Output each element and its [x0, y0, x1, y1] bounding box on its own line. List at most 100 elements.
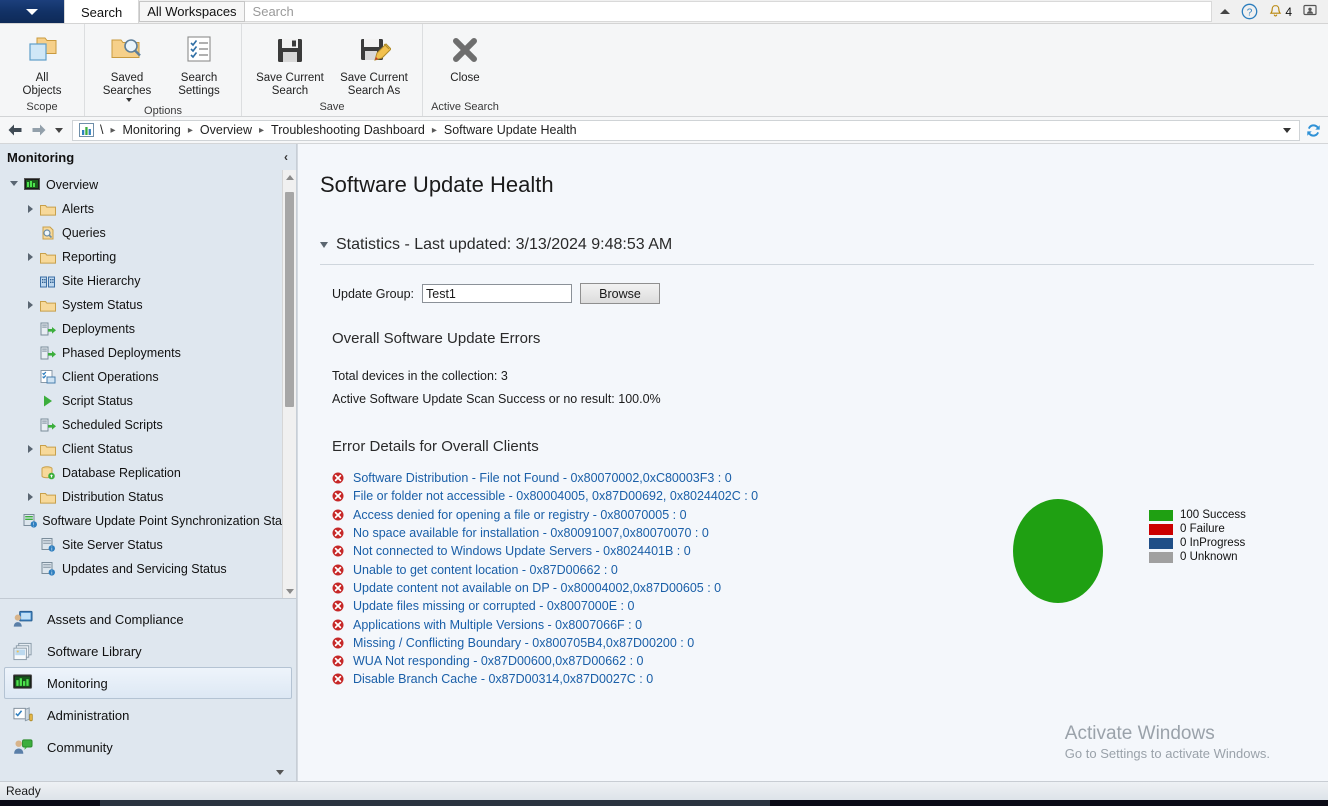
- legend-swatch-unknown: [1149, 552, 1173, 563]
- breadcrumb-dropdown-button[interactable]: [1279, 128, 1295, 133]
- sidebar-item-scheduled-scripts[interactable]: Scheduled Scripts: [0, 413, 282, 437]
- expander-icon[interactable]: [22, 445, 38, 453]
- error-label[interactable]: Not connected to Windows Update Servers …: [353, 544, 691, 558]
- sidebar-item-overview[interactable]: Overview: [0, 173, 282, 197]
- save-current-search-as-button[interactable]: Save Current Search As: [332, 28, 416, 101]
- list-item[interactable]: Disable Branch Cache - 0x87D00314,0x87D0…: [332, 670, 1328, 688]
- error-label[interactable]: Applications with Multiple Versions - 0x…: [353, 618, 642, 632]
- sidebar-item-distribution-status[interactable]: Distribution Status: [0, 485, 282, 509]
- error-label[interactable]: Missing / Conflicting Boundary - 0x80070…: [353, 636, 694, 650]
- error-label[interactable]: Unable to get content location - 0x87D00…: [353, 563, 618, 577]
- list-item[interactable]: Software Distribution - File not Found -…: [332, 469, 1328, 487]
- sidebar-more-button[interactable]: [4, 763, 292, 781]
- error-label[interactable]: Update content not available on DP - 0x8…: [353, 581, 721, 595]
- watermark-title: Activate Windows: [1065, 722, 1270, 746]
- sidebar-item-site-server-status[interactable]: i Site Server Status: [0, 533, 282, 557]
- expander-icon[interactable]: [6, 181, 22, 190]
- scroll-down-button[interactable]: [283, 584, 296, 598]
- error-x-icon: [332, 673, 344, 685]
- sidebar-item-script-status[interactable]: Script Status: [0, 389, 282, 413]
- list-item[interactable]: WUA Not responding - 0x87D00600,0x87D006…: [332, 652, 1328, 670]
- ribbon-group-active-search-label: Active Search: [423, 101, 507, 116]
- taskbar-segment: [770, 800, 1328, 806]
- sidebar-item-reporting[interactable]: Reporting: [0, 245, 282, 269]
- sidebar-item-queries[interactable]: Queries: [0, 221, 282, 245]
- breadcrumb-root[interactable]: \: [96, 122, 107, 138]
- error-label[interactable]: No space available for installation - 0x…: [353, 526, 709, 540]
- sidebar-item-database-replication[interactable]: Database Replication: [0, 461, 282, 485]
- sidebar-item-software-update-point-synchronization-status[interactable]: ! Software Update Point Synchronization …: [0, 509, 282, 533]
- ribbon-group-active-search: Close Active Search: [422, 24, 507, 116]
- notifications-button[interactable]: 4: [1268, 4, 1292, 19]
- error-label[interactable]: Software Distribution - File not Found -…: [353, 471, 732, 485]
- list-item[interactable]: Missing / Conflicting Boundary - 0x80070…: [332, 634, 1328, 652]
- error-details-title: Error Details for Overall Clients: [332, 438, 1328, 455]
- caret-down-icon: [55, 128, 63, 133]
- collapse-triangle-icon[interactable]: [320, 242, 328, 248]
- chevron-left-icon[interactable]: ‹: [284, 150, 288, 164]
- list-item[interactable]: Applications with Multiple Versions - 0x…: [332, 615, 1328, 633]
- chevron-up-icon[interactable]: [1220, 9, 1230, 14]
- sidebar-item-phased-deployments[interactable]: Phased Deployments: [0, 341, 282, 365]
- scrollbar-thumb[interactable]: [285, 192, 294, 407]
- back-button[interactable]: [4, 119, 26, 141]
- update-group-input[interactable]: Test1: [422, 284, 572, 303]
- error-label[interactable]: Disable Branch Cache - 0x87D00314,0x87D0…: [353, 672, 653, 686]
- chevron-down-icon[interactable]: [126, 98, 132, 102]
- statistics-section-header[interactable]: Statistics - Last updated: 3/13/2024 9:4…: [320, 236, 1328, 254]
- page-title: Software Update Health: [298, 144, 1328, 198]
- workspace-selector[interactable]: All Workspaces: [139, 1, 244, 22]
- sidebar-item-administration[interactable]: Administration: [4, 699, 292, 731]
- search-settings-button[interactable]: Search Settings: [163, 28, 235, 101]
- user-monitor-icon[interactable]: [1302, 3, 1320, 21]
- breadcrumb-item-overview[interactable]: Overview: [196, 122, 256, 138]
- sidebar-item-updates-and-servicing-status[interactable]: i Updates and Servicing Status: [0, 557, 282, 581]
- error-label[interactable]: Update files missing or corrupted - 0x80…: [353, 599, 634, 613]
- scan-success-line: Active Software Update Scan Success or n…: [332, 392, 1328, 406]
- browse-button[interactable]: Browse: [580, 283, 660, 304]
- help-circle-icon[interactable]: ?: [1240, 3, 1258, 21]
- sidebar-item-software-library[interactable]: Software Library: [4, 635, 292, 667]
- saved-searches-button[interactable]: Saved Searches: [91, 28, 163, 105]
- global-search-input[interactable]: Search: [245, 1, 1213, 22]
- save-current-search-button[interactable]: Save Current Search: [248, 28, 332, 101]
- breadcrumb-item-software-update-health[interactable]: Software Update Health: [440, 122, 581, 138]
- error-label[interactable]: Access denied for opening a file or regi…: [353, 508, 687, 522]
- error-label[interactable]: File or folder not accessible - 0x800040…: [353, 489, 758, 503]
- expander-icon[interactable]: [22, 493, 38, 501]
- scroll-up-button[interactable]: [283, 170, 296, 184]
- sidebar-item-assets-and-compliance[interactable]: Assets and Compliance: [4, 603, 292, 635]
- breadcrumb-item-troubleshooting-dashboard[interactable]: Troubleshooting Dashboard: [267, 122, 429, 138]
- breadcrumb-item-monitoring[interactable]: Monitoring: [119, 122, 185, 138]
- expander-icon[interactable]: [22, 301, 38, 309]
- tab-search[interactable]: Search: [64, 0, 139, 23]
- sidebar-item-label: Assets and Compliance: [47, 612, 184, 627]
- sidebar-item-deployments[interactable]: Deployments: [0, 317, 282, 341]
- app-menu-button[interactable]: [0, 0, 64, 23]
- folder-icon: [38, 299, 58, 312]
- forward-button[interactable]: [28, 119, 50, 141]
- sidebar-item-client-operations[interactable]: Client Operations: [0, 365, 282, 389]
- folder-icon: [38, 443, 58, 456]
- sidebar-item-label: Site Server Status: [62, 538, 163, 552]
- all-objects-button[interactable]: All Objects: [6, 28, 78, 101]
- sidebar-item-monitoring[interactable]: Monitoring: [4, 667, 292, 699]
- sidebar-item-label: Script Status: [62, 394, 133, 408]
- refresh-button[interactable]: [1302, 122, 1324, 139]
- history-dropdown-button[interactable]: [52, 128, 66, 133]
- expander-icon[interactable]: [22, 205, 38, 213]
- sidebar-item-site-hierarchy[interactable]: Site Hierarchy: [0, 269, 282, 293]
- close-button[interactable]: Close: [429, 28, 501, 88]
- sidebar-item-system-status[interactable]: System Status: [0, 293, 282, 317]
- sidebar-item-label: Scheduled Scripts: [62, 418, 163, 432]
- ribbon-group-scope: All Objects Scope: [0, 24, 84, 116]
- sidebar-workspaces: Assets and Compliance Software Library M…: [0, 598, 296, 781]
- folder-search-icon: [108, 31, 146, 69]
- sidebar-item-client-status[interactable]: Client Status: [0, 437, 282, 461]
- expander-icon[interactable]: [22, 253, 38, 261]
- error-label[interactable]: WUA Not responding - 0x87D00600,0x87D006…: [353, 654, 643, 668]
- sidebar-item-community[interactable]: Community: [4, 731, 292, 763]
- sidebar-tree: Overview Alerts Querie: [0, 170, 296, 598]
- sidebar-item-alerts[interactable]: Alerts: [0, 197, 282, 221]
- sidebar-scrollbar[interactable]: [282, 170, 296, 598]
